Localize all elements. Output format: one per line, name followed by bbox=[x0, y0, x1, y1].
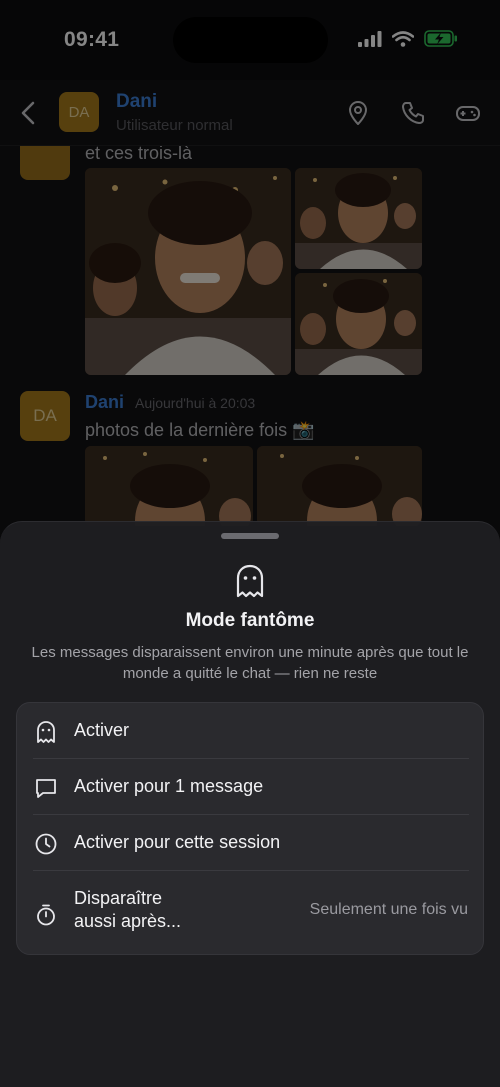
sheet-grabber[interactable] bbox=[221, 533, 279, 539]
option-activate[interactable]: Activer bbox=[17, 703, 483, 759]
sheet-description: Les messages disparaissent environ une m… bbox=[31, 644, 469, 682]
ghost-icon bbox=[236, 564, 264, 598]
ghost-icon bbox=[37, 721, 55, 743]
option-label: Disparaître aussi après... bbox=[74, 888, 182, 931]
clock-icon bbox=[35, 833, 57, 855]
option-label: Activer pour 1 message bbox=[74, 776, 264, 796]
options-list: Activer Activer pour 1 message Activer p… bbox=[16, 702, 484, 955]
sheet-title: Mode fantôme bbox=[185, 610, 315, 631]
option-label: Activer bbox=[74, 720, 130, 740]
message-bubble-icon bbox=[36, 779, 56, 798]
option-activate-one-message[interactable]: Activer pour 1 message bbox=[17, 759, 483, 815]
option-disappear-after[interactable]: Disparaître aussi après... Seulement une… bbox=[17, 871, 483, 954]
timer-icon bbox=[37, 904, 55, 926]
option-value: Seulement une fois vu bbox=[309, 901, 468, 918]
ghost-mode-sheet: Mode fantôme Les messages disparaissent … bbox=[0, 521, 500, 1087]
option-label: Activer pour cette session bbox=[74, 832, 281, 852]
option-activate-session[interactable]: Activer pour cette session bbox=[17, 815, 483, 871]
